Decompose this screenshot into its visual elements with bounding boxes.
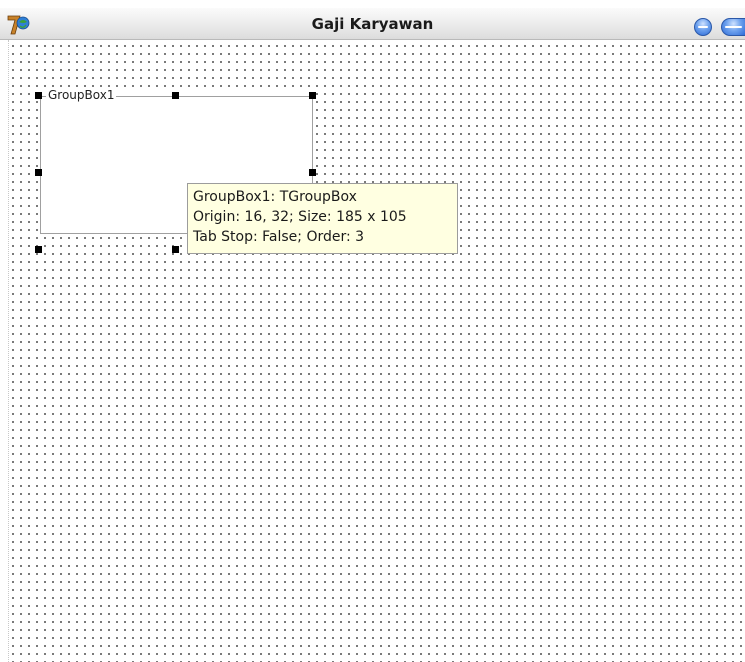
resize-handle-middle-left[interactable] xyxy=(35,169,42,176)
resize-handle-middle-right[interactable] xyxy=(309,169,316,176)
design-grid-canvas[interactable]: GroupBox1 xyxy=(9,40,745,662)
close-button[interactable] xyxy=(721,18,745,36)
tooltip-tabstop-order-line: Tab Stop: False; Order: 3 xyxy=(193,229,365,245)
form-window[interactable]: Gaji Karyawan GroupBox1 GroupBox1: TGrou… xyxy=(0,8,745,662)
tooltip-component-line: GroupBox1: TGroupBox xyxy=(193,189,357,205)
groupbox-caption: GroupBox1 xyxy=(46,88,117,102)
minimize-button[interactable] xyxy=(694,18,712,36)
resize-handle-bottom-left[interactable] xyxy=(35,246,42,253)
window-title: Gaji Karyawan xyxy=(311,15,434,33)
tooltip-origin-size-line: Origin: 16, 32; Size: 185 x 105 xyxy=(193,209,407,225)
resize-handle-top-right[interactable] xyxy=(309,92,316,99)
component-info-tooltip: GroupBox1: TGroupBox Origin: 16, 32; Siz… xyxy=(187,183,458,254)
title-bar[interactable]: Gaji Karyawan xyxy=(0,8,745,40)
form-left-border xyxy=(0,40,9,662)
resize-handle-top-left[interactable] xyxy=(35,92,42,99)
resize-handle-bottom-center[interactable] xyxy=(172,246,179,253)
resize-handle-top-center[interactable] xyxy=(172,92,179,99)
top-strip xyxy=(0,0,745,8)
